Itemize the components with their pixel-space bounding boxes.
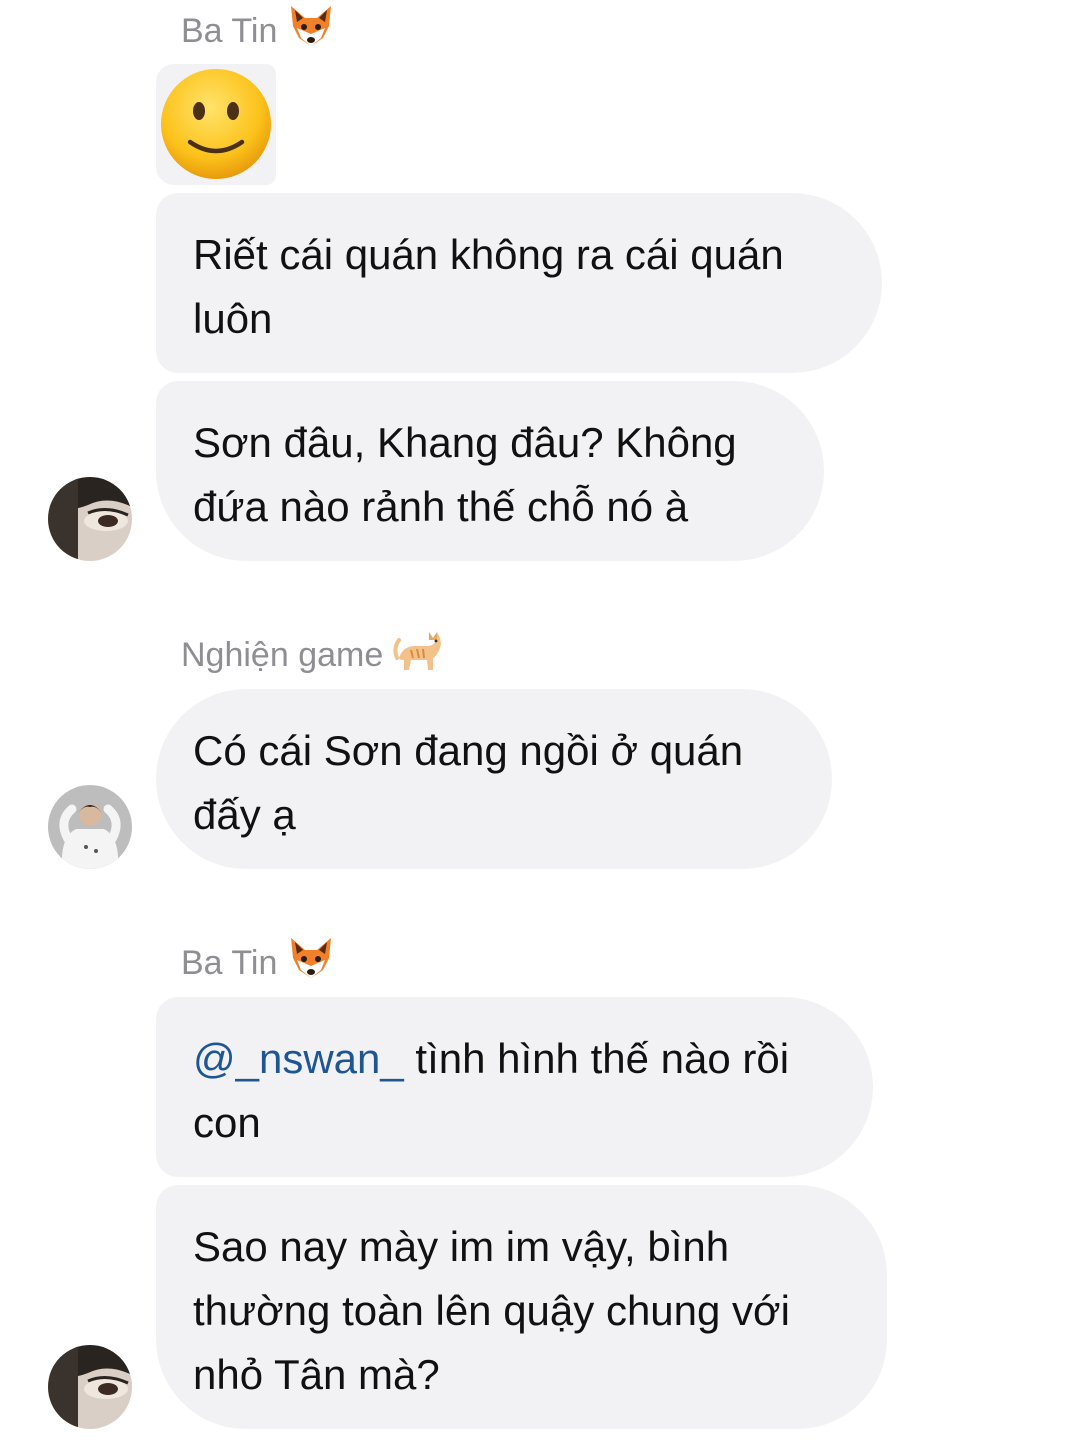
avatar[interactable]	[48, 1345, 132, 1429]
fox-face-icon	[287, 936, 335, 989]
message-bubble[interactable]: Riết cái quán không ra cái quán luôn	[156, 193, 882, 373]
fox-face-icon	[287, 4, 335, 57]
message-bubble[interactable]: Sao nay mày im im vậy, bình thường toàn …	[156, 1185, 887, 1429]
avatar[interactable]	[48, 785, 132, 869]
cat-icon	[393, 628, 443, 681]
user-mention-link[interactable]: @_nswan_	[193, 1035, 404, 1082]
sender-name: Ba Tin	[181, 936, 335, 989]
sender-name: Ba Tin	[181, 4, 335, 57]
message-bubble[interactable]: Sơn đâu, Khang đâu? Không đứa nào rảnh t…	[156, 381, 824, 561]
message-bubble[interactable]: Có cái Sơn đang ngồi ở quán đấy ạ	[156, 689, 832, 869]
message-bubble[interactable]: @_nswan_ tình hình thế nào rồi con	[156, 997, 873, 1177]
slightly-smiling-face-icon	[161, 69, 271, 179]
sender-name: Nghiện game	[181, 628, 443, 681]
avatar[interactable]	[48, 477, 132, 561]
emoji-message[interactable]	[156, 64, 276, 185]
